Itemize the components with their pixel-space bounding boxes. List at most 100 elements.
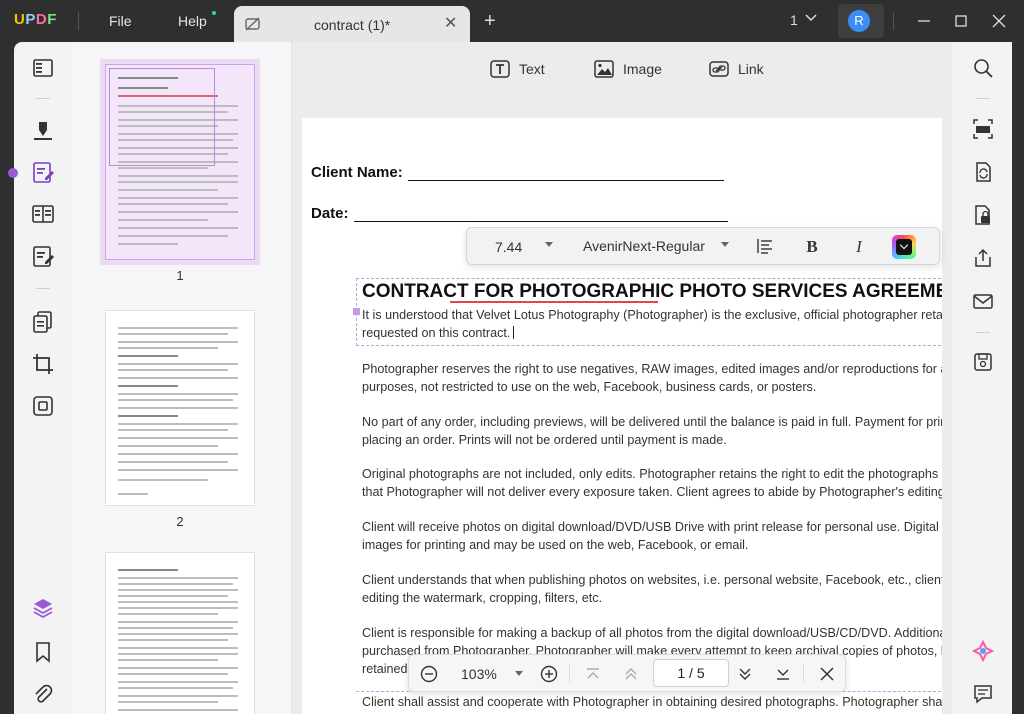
current-page: 1	[677, 665, 686, 681]
text-caret	[513, 326, 515, 339]
protect-icon[interactable]	[972, 204, 994, 226]
paragraph-5[interactable]: Client will receive photos on digital do…	[362, 518, 942, 554]
attachment-icon[interactable]	[31, 682, 55, 706]
paragraph-6[interactable]: Client understands that when publishing …	[362, 571, 942, 607]
account-button[interactable]: R	[838, 4, 884, 38]
comment-icon[interactable]	[972, 683, 994, 705]
convert-icon[interactable]	[972, 161, 994, 183]
divider	[976, 332, 990, 333]
next-page-icon[interactable]	[735, 664, 755, 684]
window-count[interactable]: 1	[790, 12, 798, 28]
form-icon[interactable]	[31, 202, 55, 226]
previous-page-icon[interactable]	[621, 664, 641, 684]
close-tab-icon[interactable]: ✕	[444, 13, 457, 33]
maximize-icon[interactable]	[951, 11, 971, 31]
text-icon	[490, 60, 510, 78]
paragraph-3[interactable]: No part of any order, including previews…	[362, 413, 942, 449]
thumbnail-label: 1	[176, 268, 184, 283]
layers-icon[interactable]	[31, 596, 55, 620]
divider	[36, 98, 50, 99]
font-family-dropdown-icon[interactable]	[721, 242, 729, 247]
zoom-out-icon[interactable]	[419, 664, 439, 684]
menu-file[interactable]: File	[109, 13, 132, 29]
align-left-icon[interactable]	[756, 237, 774, 255]
thumbnail-image	[105, 64, 255, 260]
avatar: R	[848, 10, 870, 32]
pdf-page: Client Name: Date: CONTRACT FOR PHOTOGRA…	[302, 118, 942, 714]
paragraph-4[interactable]: Original photographs are not included, o…	[362, 465, 942, 501]
edit-pdf-icon[interactable]	[31, 160, 55, 184]
active-indicator	[8, 168, 18, 178]
font-size-value[interactable]: 7.44	[495, 239, 522, 255]
document-area: Text Image Link Client Name: Date: CONTR…	[292, 42, 952, 714]
client-name-line	[408, 180, 724, 181]
save-icon[interactable]	[972, 351, 994, 373]
italic-button[interactable]: I	[850, 237, 868, 256]
divider	[78, 12, 79, 30]
minimize-icon[interactable]	[914, 11, 934, 31]
chevron-down-icon	[896, 239, 912, 255]
organize-pages-icon[interactable]	[31, 310, 55, 334]
highlighter-icon[interactable]	[31, 118, 55, 142]
close-window-icon[interactable]	[989, 11, 1009, 31]
thumbnail-image	[105, 552, 255, 714]
right-tool-rail	[952, 42, 1012, 714]
font-size-dropdown-icon[interactable]	[545, 242, 553, 247]
last-page-icon[interactable]	[773, 664, 793, 684]
text-label: Text	[519, 61, 545, 77]
window-edge	[1012, 42, 1024, 714]
add-text-button[interactable]: Text	[489, 58, 545, 80]
font-color-picker[interactable]	[892, 235, 916, 259]
bold-button[interactable]: B	[803, 237, 821, 256]
unsaved-doc-icon	[245, 17, 260, 31]
close-nav-icon[interactable]	[817, 664, 837, 684]
contract-heading[interactable]: CONTRACT FOR PHOTOGRAPHIC PHOTO SERVICES…	[362, 281, 942, 303]
share-icon[interactable]	[972, 247, 994, 269]
date-line	[354, 221, 728, 222]
paragraph-1[interactable]: It is understood that Velvet Lotus Photo…	[362, 306, 942, 342]
zoom-in-icon[interactable]	[539, 664, 559, 684]
zoom-level[interactable]: 103%	[461, 666, 497, 682]
help-notification-dot	[212, 11, 216, 15]
divider	[976, 98, 990, 99]
link-icon	[709, 61, 729, 77]
font-family-value[interactable]: AvenirNext-Regular	[583, 238, 705, 254]
selection-rectangle	[109, 68, 215, 166]
thumbnail-label: 2	[176, 514, 184, 529]
image-icon	[594, 60, 614, 78]
total-pages: 5	[696, 665, 705, 681]
page-navigation-bar: 103% 1 / 5	[408, 654, 846, 692]
text-format-toolbar: 7.44 AvenirNext-Regular B I	[466, 227, 940, 265]
first-page-icon[interactable]	[583, 664, 603, 684]
resize-handle[interactable]	[353, 308, 360, 315]
add-link-button[interactable]: Link	[708, 58, 764, 80]
menu-help[interactable]: Help	[178, 13, 207, 29]
search-icon[interactable]	[972, 57, 994, 79]
paragraph-8[interactable]: Client shall assist and cooperate with P…	[362, 693, 942, 711]
divider	[36, 288, 50, 289]
date-label: Date:	[311, 205, 349, 222]
chevron-down-icon[interactable]	[804, 11, 818, 25]
app-logo: UPDF	[14, 11, 57, 28]
page-input[interactable]: 1 / 5	[653, 659, 729, 687]
crop-icon[interactable]	[31, 352, 55, 376]
reader-icon[interactable]	[31, 56, 55, 80]
image-label: Image	[623, 61, 662, 77]
thumbnail-page-1[interactable]: 1	[102, 64, 258, 283]
tools-icon[interactable]	[31, 394, 55, 418]
document-tab[interactable]: contract (1)* ✕	[234, 6, 470, 42]
paragraph-2[interactable]: Photographer reserves the right to use n…	[362, 360, 942, 396]
spellcheck-underline	[450, 301, 658, 303]
thumbnail-page-2[interactable]: 2	[102, 310, 258, 529]
ocr-icon[interactable]	[972, 118, 994, 140]
thumbnail-page-3[interactable]	[102, 552, 258, 714]
new-tab-icon[interactable]: +	[484, 10, 496, 33]
zoom-dropdown-icon[interactable]	[515, 671, 523, 676]
email-icon[interactable]	[972, 290, 994, 312]
bookmark-icon[interactable]	[31, 640, 55, 664]
divider	[893, 12, 894, 30]
ai-assistant-icon[interactable]	[972, 640, 994, 662]
add-image-button[interactable]: Image	[593, 58, 662, 80]
fill-sign-icon[interactable]	[31, 244, 55, 268]
thumbnail-image	[105, 310, 255, 506]
